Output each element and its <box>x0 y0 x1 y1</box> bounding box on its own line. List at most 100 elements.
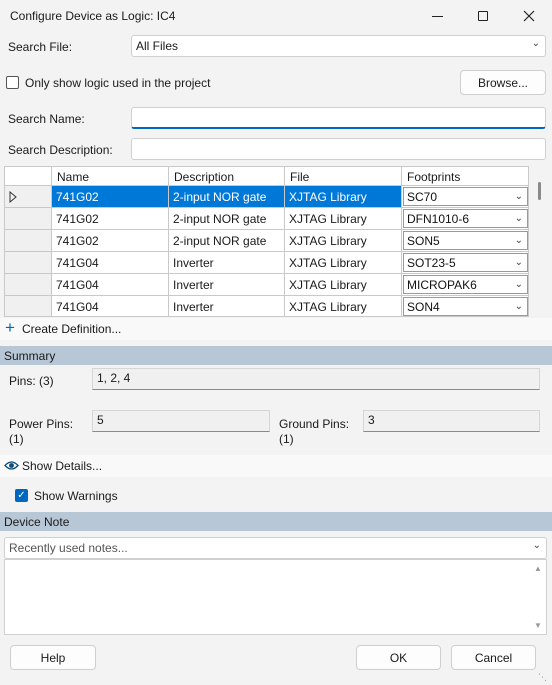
cell-footprint[interactable]: SOT23-5 ⌄ <box>402 252 528 274</box>
create-definition-link[interactable]: Create Definition... <box>22 322 121 336</box>
close-button[interactable] <box>506 0 552 32</box>
row-header[interactable] <box>5 296 52 316</box>
checkmark-icon: ✓ <box>17 489 26 501</box>
browse-button[interactable]: Browse... <box>460 70 546 95</box>
cell-file: XJTAG Library <box>285 252 402 274</box>
grid-scrollbar[interactable] <box>531 166 549 317</box>
footprint-value: MICROPAK6 <box>407 278 477 292</box>
power-pins-field: 5 <box>92 410 270 432</box>
footprint-dropdown[interactable]: SOT23-5 ⌄ <box>403 253 528 272</box>
footprint-value: DFN1010-6 <box>407 212 470 226</box>
minimize-button[interactable] <box>414 0 460 32</box>
cell-name: 741G02 <box>52 186 169 208</box>
row-header[interactable] <box>5 252 52 274</box>
search-name-label: Search Name: <box>8 112 85 126</box>
recent-notes-placeholder: Recently used notes... <box>9 541 128 555</box>
ground-pins-label: Ground Pins: <box>279 417 350 431</box>
search-file-dropdown[interactable]: All Files ⌄ <box>131 35 546 57</box>
footprint-dropdown[interactable]: SON4 ⌄ <box>403 297 528 316</box>
footprint-value: SON5 <box>407 234 440 248</box>
cell-file: XJTAG Library <box>285 274 402 296</box>
plus-icon: + <box>5 318 15 337</box>
cell-file: XJTAG Library <box>285 296 402 316</box>
eye-icon <box>4 461 19 470</box>
ground-pins-field: 3 <box>363 410 540 432</box>
current-row-arrow-icon <box>9 190 17 204</box>
cell-footprint[interactable]: SC70 ⌄ <box>402 186 528 208</box>
cell-name: 741G04 <box>52 296 169 316</box>
table-row[interactable]: 741G02 2-input NOR gate XJTAG Library DF… <box>5 208 528 230</box>
help-button[interactable]: Help <box>10 645 96 670</box>
column-header-footprints[interactable]: Footprints <box>402 167 528 186</box>
search-description-label: Search Description: <box>8 143 113 157</box>
row-header[interactable] <box>5 208 52 230</box>
cell-footprint[interactable]: SON4 ⌄ <box>402 296 528 316</box>
cell-footprint[interactable]: MICROPAK6 ⌄ <box>402 274 528 296</box>
cell-name: 741G02 <box>52 208 169 230</box>
pins-label: Pins: (3) <box>9 374 54 388</box>
column-header-name[interactable]: Name <box>52 167 169 186</box>
window-title: Configure Device as Logic: IC4 <box>10 9 176 23</box>
ok-button[interactable]: OK <box>356 645 441 670</box>
recent-notes-dropdown[interactable]: Recently used notes... ⌄ <box>4 537 547 559</box>
device-note-textarea[interactable]: ▲ ▼ <box>4 559 547 635</box>
note-scrollbar[interactable]: ▲ ▼ <box>530 560 546 634</box>
logic-grid[interactable]: Name Description File Footprints 741G02 … <box>4 166 529 317</box>
title-bar: Configure Device as Logic: IC4 <box>0 0 552 32</box>
row-header[interactable] <box>5 186 52 208</box>
chevron-down-icon: ⌄ <box>514 257 523 268</box>
show-warnings-label: Show Warnings <box>34 489 118 503</box>
table-row[interactable]: 741G04 Inverter XJTAG Library SON4 ⌄ <box>5 296 528 316</box>
device-note-section-header: Device Note <box>0 512 552 531</box>
cell-description: 2-input NOR gate <box>169 230 285 252</box>
cell-file: XJTAG Library <box>285 186 402 208</box>
show-details-link[interactable]: Show Details... <box>22 459 102 473</box>
cell-description: Inverter <box>169 252 285 274</box>
minimize-icon <box>431 15 443 17</box>
only-show-checkbox[interactable] <box>6 76 19 89</box>
cancel-button[interactable]: Cancel <box>451 645 536 670</box>
chevron-down-icon: ⌄ <box>514 301 523 312</box>
row-header-corner <box>5 167 52 186</box>
search-description-input[interactable] <box>131 138 546 160</box>
chevron-down-icon: ⌄ <box>514 213 523 224</box>
scroll-down-icon[interactable]: ▼ <box>534 621 542 630</box>
chevron-down-icon: ⌄ <box>514 279 523 290</box>
ground-pins-count: (1) <box>279 432 294 446</box>
scroll-up-icon[interactable]: ▲ <box>534 564 542 573</box>
footprint-dropdown[interactable]: MICROPAK6 ⌄ <box>403 275 528 294</box>
chevron-down-icon: ⌄ <box>514 191 523 202</box>
search-file-value: All Files <box>136 39 179 53</box>
show-warnings-checkbox[interactable]: ✓ <box>15 489 28 502</box>
cell-footprint[interactable]: SON5 ⌄ <box>402 230 528 252</box>
footprint-dropdown[interactable]: SC70 ⌄ <box>403 187 528 206</box>
cell-footprint[interactable]: DFN1010-6 ⌄ <box>402 208 528 230</box>
cell-file: XJTAG Library <box>285 230 402 252</box>
table-row[interactable]: 741G02 2-input NOR gate XJTAG Library SO… <box>5 230 528 252</box>
cell-name: 741G04 <box>52 252 169 274</box>
table-row[interactable]: 741G04 Inverter XJTAG Library MICROPAK6 ⌄ <box>5 274 528 296</box>
table-row[interactable]: 741G04 Inverter XJTAG Library SOT23-5 ⌄ <box>5 252 528 274</box>
resize-grip-icon[interactable]: ⋱ <box>538 672 547 683</box>
cell-description: 2-input NOR gate <box>169 186 285 208</box>
table-row[interactable]: 741G02 2-input NOR gate XJTAG Library SC… <box>5 186 528 208</box>
power-pins-label: Power Pins: <box>9 417 74 431</box>
search-name-input[interactable] <box>131 107 546 129</box>
column-header-file[interactable]: File <box>285 167 402 186</box>
footprint-value: SOT23-5 <box>407 256 456 270</box>
footprint-value: SON4 <box>407 300 440 314</box>
only-show-label: Only show logic used in the project <box>25 76 211 90</box>
scrollbar-thumb[interactable] <box>538 182 541 200</box>
maximize-icon <box>478 11 488 21</box>
cell-name: 741G02 <box>52 230 169 252</box>
footprint-dropdown[interactable]: DFN1010-6 ⌄ <box>403 209 528 228</box>
footprint-dropdown[interactable]: SON5 ⌄ <box>403 231 528 250</box>
cell-description: 2-input NOR gate <box>169 208 285 230</box>
footprint-value: SC70 <box>407 190 438 204</box>
row-header[interactable] <box>5 230 52 252</box>
chevron-down-icon: ⌄ <box>532 540 541 551</box>
row-header[interactable] <box>5 274 52 296</box>
maximize-button[interactable] <box>460 0 506 32</box>
power-pins-count: (1) <box>9 432 24 446</box>
column-header-description[interactable]: Description <box>169 167 285 186</box>
